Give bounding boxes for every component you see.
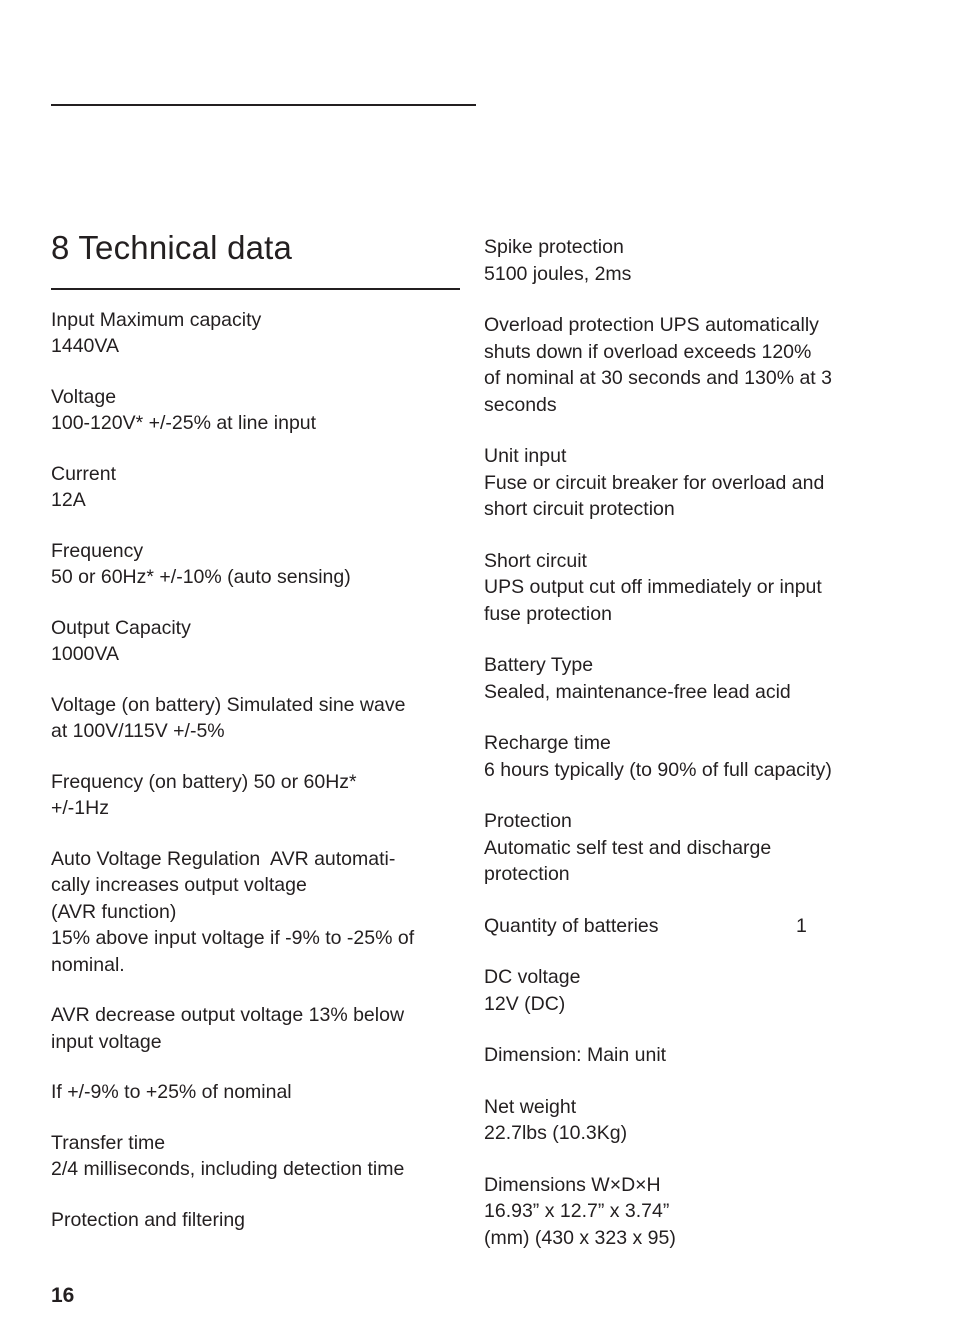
auto-voltage-regulation: Auto Voltage Regulation AVR automati-cal… <box>51 846 481 979</box>
page-title: 8 Technical data <box>51 229 293 266</box>
avr-decrease-line-1: input voltage <box>51 1030 162 1053</box>
output-capacity-line-1: 1000VA <box>51 643 119 665</box>
nominal-range: If +/-9% to +25% of nominal <box>51 1079 481 1106</box>
voltage-on-battery: Voltage (on battery) Simulated sine wave… <box>51 692 481 745</box>
left-spec-list: Input Maximum capacity 1440VA Voltage 100-1… <box>51 307 481 1234</box>
overload-protection: Overload protection UPS automatically shu… <box>484 312 884 418</box>
net-weight: Net weight 22.7lbs (10.3Kg) <box>484 1094 884 1147</box>
current: Current 12A <box>51 461 481 514</box>
frequency-on-battery-line-1: +/-1Hz <box>51 797 109 819</box>
current-line-1: 12A <box>51 489 86 511</box>
frequency: Frequency 50 or 60Hz* +/-10% (auto sensin… <box>51 538 481 591</box>
frequency-line-0: Frequency <box>51 539 144 562</box>
spike-protection-line-0: Spike protection <box>484 236 624 258</box>
protection-and-filtering-line-0: Protection and filtering <box>51 1208 246 1231</box>
recharge-time-line-1: 6 hours typically (to 90% of full capaci… <box>484 758 832 781</box>
current-line-0: Current <box>51 462 117 485</box>
protection-line-2: protection <box>484 863 570 885</box>
dimensions-wxdxh-line-2: (mm) (430 x 323 x 95) <box>484 1226 676 1249</box>
transfer-time-line-1: 2/4 milliseconds, including detection ti… <box>51 1158 405 1180</box>
dimension-main-unit-line-0: Dimension: Main unit <box>484 1044 667 1066</box>
quantity-of-batteries-value: 1 <box>796 914 807 937</box>
auto-voltage-regulation-line-3: 15% above input voltage if -9% to -25% o… <box>51 927 415 949</box>
dimensions-wxdxh-line-1: 16.93” x 12.7” x 3.74” <box>484 1200 670 1222</box>
output-capacity-line-0: Output Capacity <box>51 616 191 639</box>
input-maximum-capacity: Input Maximum capacity 1440VA <box>51 307 481 360</box>
voltage-on-battery-line-1: at 100V/115V +/-5% <box>51 720 225 742</box>
dc-voltage: DC voltage 12V (DC) <box>484 964 884 1017</box>
dimensions-wxdxh: Dimensions W×D×H 16.93” x 12.7” x 3.74” (m… <box>484 1172 884 1252</box>
quantity-of-batteries-label: Quantity of batteries <box>484 914 659 937</box>
transfer-time: Transfer time 2/4 milliseconds, including… <box>51 1130 481 1183</box>
frequency-on-battery: Frequency (on battery) 50 or 60Hz* +/-1Hz <box>51 769 481 822</box>
recharge-time: Recharge time 6 hours typically (to 90% o… <box>484 730 884 783</box>
unit-input-line-2: short circuit protection <box>484 498 675 520</box>
right-spec-list: Spike protection 5100 joules, 2ms Overload… <box>484 234 884 888</box>
page-number: 16 <box>51 1284 75 1307</box>
quantity-of-batteries: Quantity of batteries 1 <box>484 913 884 940</box>
auto-voltage-regulation-line-0: Auto Voltage Regulation AVR automati- <box>51 847 396 870</box>
battery-type: Battery Type Sealed, maintenance-free lea… <box>484 652 884 705</box>
short-circuit-line-0: Short circuit <box>484 549 587 572</box>
voltage: Voltage 100-120V* +/-25% at line input <box>51 384 481 437</box>
recharge-time-line-0: Recharge time <box>484 732 611 754</box>
protection-line-1: Automatic self test and discharge <box>484 836 772 859</box>
output-capacity: Output Capacity 1000VA <box>51 615 481 668</box>
protection-and-filtering: Protection and filtering <box>51 1207 481 1234</box>
short-circuit: Short circuit UPS output cut off immediat… <box>484 548 884 628</box>
voltage-line-0: Voltage <box>51 385 117 408</box>
dc-voltage-line-1: 12V (DC) <box>484 992 566 1015</box>
right-spec-list-tail: DC voltage 12V (DC) Dimension: Main unit Ne… <box>484 964 884 1251</box>
frequency-line-1: 50 or 60Hz* +/-10% (auto sensing) <box>51 566 351 588</box>
auto-voltage-regulation-line-1: cally increases output voltage <box>51 874 307 896</box>
short-circuit-line-1: UPS output cut off immediately or input <box>484 576 822 598</box>
left-column: 8 Technical data Input Maximum capacity 1… <box>51 228 481 1257</box>
right-column: Spike protection 5100 joules, 2ms Overload… <box>484 234 884 1276</box>
protection: Protection Automatic self test and discha… <box>484 808 884 888</box>
battery-type-line-0: Battery Type <box>484 654 594 676</box>
dimension-main-unit: Dimension: Main unit <box>484 1042 884 1069</box>
battery-type-line-1: Sealed, maintenance-free lead acid <box>484 680 791 703</box>
title-rule <box>51 288 460 290</box>
input-maximum-capacity-line-0: Input Maximum capacity <box>51 308 262 331</box>
overload-protection-line-2: of nominal at 30 seconds and 130% at 3 <box>484 367 832 389</box>
nominal-range-line-0: If +/-9% to +25% of nominal <box>51 1081 292 1103</box>
net-weight-line-1: 22.7lbs (10.3Kg) <box>484 1122 628 1144</box>
overload-protection-line-1: shuts down if overload exceeds 120% <box>484 340 812 363</box>
net-weight-line-0: Net weight <box>484 1095 577 1118</box>
avr-decrease: AVR decrease output voltage 13% below inp… <box>51 1002 481 1055</box>
voltage-on-battery-line-0: Voltage (on battery) Simulated sine wave <box>51 693 406 716</box>
short-circuit-line-2: fuse protection <box>484 602 612 625</box>
dc-voltage-line-0: DC voltage <box>484 966 581 988</box>
header-rule <box>51 104 476 106</box>
auto-voltage-regulation-line-2: (AVR function) <box>51 900 177 923</box>
avr-decrease-line-0: AVR decrease output voltage 13% below <box>51 1004 405 1026</box>
unit-input: Unit input Fuse or circuit breaker for ov… <box>484 443 884 523</box>
spike-protection-line-1: 5100 joules, 2ms <box>484 262 632 285</box>
overload-protection-line-0: Overload protection UPS automatically <box>484 314 819 336</box>
transfer-time-line-0: Transfer time <box>51 1131 166 1154</box>
dimensions-wxdxh-line-0: Dimensions W×D×H <box>484 1173 661 1196</box>
unit-input-line-1: Fuse or circuit breaker for overload and <box>484 471 825 494</box>
protection-line-0: Protection <box>484 810 572 832</box>
overload-protection-line-3: seconds <box>484 393 557 416</box>
voltage-line-1: 100-120V* +/-25% at line input <box>51 412 317 434</box>
document-page: 8 Technical data Input Maximum capacity 1… <box>0 0 954 1341</box>
unit-input-line-0: Unit input <box>484 445 567 467</box>
auto-voltage-regulation-line-4: nominal. <box>51 953 125 976</box>
frequency-on-battery-line-0: Frequency (on battery) 50 or 60Hz* <box>51 770 357 793</box>
input-maximum-capacity-line-1: 1440VA <box>51 335 119 357</box>
spike-protection: Spike protection 5100 joules, 2ms <box>484 234 884 287</box>
